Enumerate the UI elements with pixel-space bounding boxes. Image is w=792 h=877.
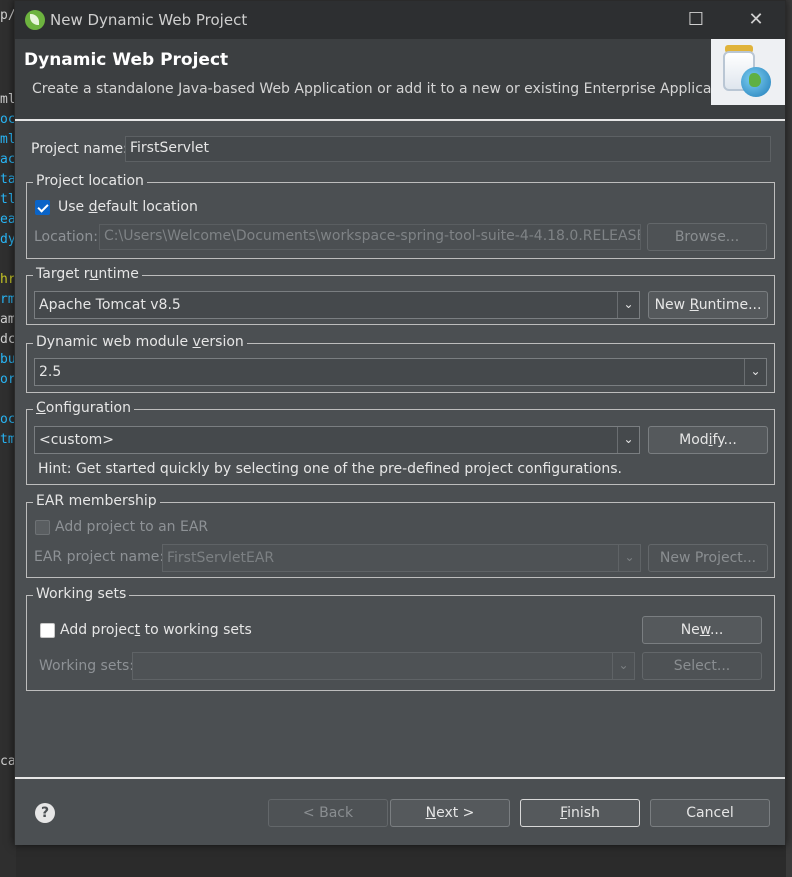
chevron-down-icon: ⌄ <box>617 427 639 453</box>
add-to-working-sets-label: Add project to working sets <box>60 622 252 638</box>
ear-project-name-value: FirstServletEAR <box>167 550 275 566</box>
working-sets-select: ⌄ <box>132 652 635 680</box>
page-title: Dynamic Web Project <box>24 50 229 70</box>
new-dynamic-web-project-dialog: New Dynamic Web Project ☐ ✕ Dynamic Web … <box>14 0 786 845</box>
ear-project-name-select: FirstServletEAR ⌄ <box>162 544 641 572</box>
working-sets-title: Working sets <box>33 586 130 602</box>
configuration-title: Configuration <box>33 400 134 416</box>
next-button[interactable]: Next > <box>390 799 510 827</box>
project-location-title: Project location <box>33 173 147 189</box>
chevron-down-icon: ⌄ <box>744 359 766 385</box>
spring-logo-icon <box>25 10 45 30</box>
module-version-value: 2.5 <box>39 364 62 380</box>
header-separator <box>15 119 785 121</box>
working-sets-group: Working sets Add project to working sets… <box>26 586 775 691</box>
location-label: Location: <box>34 229 98 245</box>
wizard-footer: ? < Back Next > Finish Cancel <box>15 779 785 845</box>
chevron-down-icon: ⌄ <box>617 292 639 318</box>
ear-project-name-label: EAR project name: <box>34 549 165 565</box>
close-icon[interactable]: ✕ <box>745 9 767 31</box>
project-location-group: Project location Use default location Lo… <box>26 173 775 259</box>
wizard-header: Dynamic Web Project Create a standalone … <box>15 39 785 119</box>
cancel-button[interactable]: Cancel <box>650 799 770 827</box>
target-runtime-title: Target runtime <box>33 266 142 282</box>
project-name-label: Project name: <box>31 141 128 157</box>
new-working-set-button[interactable]: New... <box>642 616 762 644</box>
maximize-icon[interactable]: ☐ <box>685 9 707 31</box>
chevron-down-icon: ⌄ <box>612 653 634 679</box>
ear-membership-title: EAR membership <box>33 493 160 509</box>
new-runtime-button[interactable]: New Runtime... <box>648 291 768 319</box>
use-default-location-label: Use default location <box>58 199 198 215</box>
configuration-value: <custom> <box>39 432 115 448</box>
target-runtime-value: Apache Tomcat v8.5 <box>39 297 181 313</box>
modify-button[interactable]: Modify... <box>648 426 768 454</box>
module-version-title: Dynamic web module version <box>33 334 247 350</box>
working-sets-label: Working sets: <box>39 658 134 674</box>
select-working-sets-button: Select... <box>642 652 762 680</box>
project-name-input[interactable]: FirstServlet <box>125 136 771 162</box>
help-icon[interactable]: ? <box>35 803 55 823</box>
add-to-ear-checkbox <box>35 520 50 535</box>
module-version-group: Dynamic web module version 2.5 ⌄ <box>26 334 775 393</box>
new-project-button: New Project... <box>648 544 768 572</box>
back-button: < Back <box>268 799 388 827</box>
configuration-select[interactable]: <custom> ⌄ <box>34 426 640 454</box>
background-scrollbar <box>786 0 792 877</box>
use-default-location-checkbox[interactable] <box>35 200 50 215</box>
target-runtime-select[interactable]: Apache Tomcat v8.5 ⌄ <box>34 291 640 319</box>
finish-button[interactable]: Finish <box>520 799 640 827</box>
page-description: Create a standalone Java-based Web Appli… <box>32 81 743 97</box>
target-runtime-group: Target runtime Apache Tomcat v8.5 ⌄ New … <box>26 266 775 325</box>
module-version-select[interactable]: 2.5 ⌄ <box>34 358 767 386</box>
browse-button: Browse... <box>647 223 767 251</box>
add-to-ear-label: Add project to an EAR <box>55 519 209 535</box>
location-input: C:\Users\Welcome\Documents\workspace-spr… <box>99 224 641 250</box>
chevron-down-icon: ⌄ <box>618 545 640 571</box>
title-bar: New Dynamic Web Project ☐ ✕ <box>15 1 785 39</box>
configuration-group: Configuration <custom> ⌄ Modify... Hint:… <box>26 400 775 485</box>
configuration-hint: Hint: Get started quickly by selecting o… <box>38 461 622 477</box>
add-to-working-sets-checkbox[interactable] <box>40 623 55 638</box>
window-title: New Dynamic Web Project <box>50 11 248 29</box>
ear-membership-group: EAR membership Add project to an EAR EAR… <box>26 493 775 578</box>
web-project-jar-globe-icon <box>711 39 785 105</box>
